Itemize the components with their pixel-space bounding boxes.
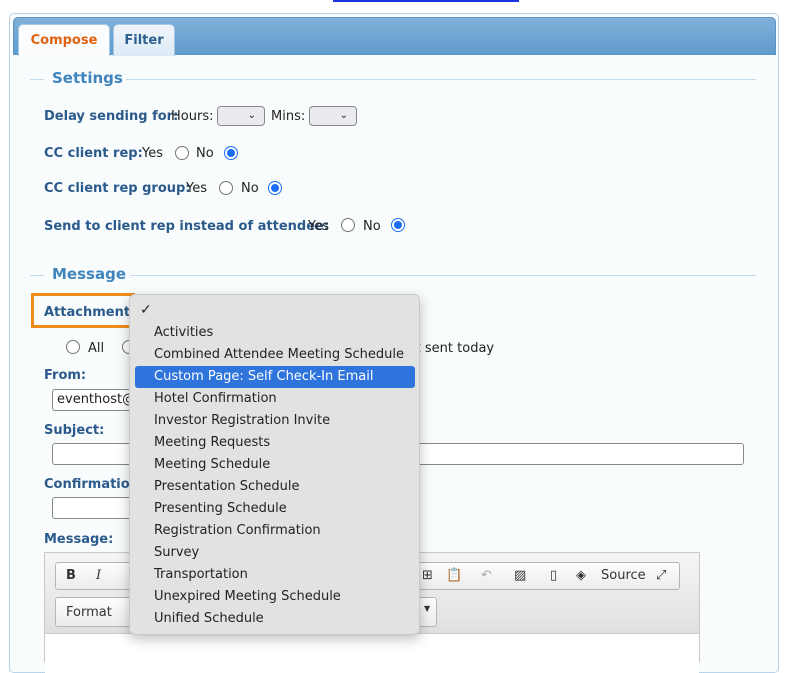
cc-group-yes-radio[interactable] [219, 181, 233, 195]
cc-group-label: CC client rep group: [44, 181, 191, 196]
italic-icon[interactable]: I [96, 568, 101, 583]
mins-label: Mins: [271, 109, 306, 124]
dropdown-option[interactable]: Investor Registration Invite [135, 410, 415, 432]
dropdown-option[interactable]: Presentation Schedule [135, 476, 415, 498]
cc-rep-no-radio[interactable] [224, 146, 238, 160]
chevron-down-icon: ⌄ [247, 110, 256, 121]
message-label: Message: [44, 532, 114, 547]
cc-rep-label: CC client rep: [44, 146, 143, 161]
all-label: All [88, 341, 105, 356]
paste-text-icon[interactable]: 📋 [446, 568, 462, 583]
mins-select[interactable]: ⌄ [309, 106, 357, 126]
cc-group-no-radio[interactable] [268, 181, 282, 195]
delay-label: Delay sending for: [44, 109, 179, 124]
hours-label: Hours: [171, 109, 214, 124]
chevron-down-icon: ⌄ [339, 110, 348, 121]
cc-rep-yes-radio[interactable] [175, 146, 189, 160]
dropdown-option[interactable]: Presenting Schedule [135, 498, 415, 520]
yes-label: Yes [142, 146, 163, 161]
bold-icon[interactable]: B [66, 568, 76, 583]
tab-compose[interactable]: Compose [18, 24, 110, 56]
hours-select[interactable]: ⌄ [217, 106, 265, 126]
source-button[interactable]: Source [601, 568, 646, 583]
yes-label: Yes [186, 181, 207, 196]
format-label: Format [66, 605, 112, 620]
subject-label: Subject: [44, 423, 105, 438]
from-label: From: [44, 368, 87, 383]
dropdown-option[interactable]: Meeting Schedule [135, 454, 415, 476]
table-icon[interactable]: ⊞ [422, 568, 433, 583]
attachment-highlight [31, 293, 135, 328]
confirmation-label: Confirmation [44, 477, 139, 492]
send-rep-no-radio[interactable] [391, 218, 405, 232]
undo-icon[interactable]: ↶ [481, 568, 492, 583]
divider [126, 79, 756, 80]
divider [30, 79, 44, 80]
send-rep-yes-radio[interactable] [341, 218, 355, 232]
dropdown-option[interactable]: Meeting Requests [135, 432, 415, 454]
maximize-icon[interactable]: ⤢ [656, 568, 666, 583]
settings-heading: Settings [52, 69, 123, 87]
attachment-dropdown-menu: ✓ Activities Combined Attendee Meeting Sc… [129, 294, 420, 635]
dropdown-option[interactable]: Activities [135, 322, 415, 344]
dropdown-option[interactable]: Survey [135, 542, 415, 564]
divider [130, 275, 756, 276]
editor-content-area[interactable] [45, 633, 699, 673]
message-heading: Message [52, 265, 126, 283]
image-icon[interactable]: ▨ [514, 568, 526, 583]
dropdown-option[interactable]: Combined Attendee Meeting Schedule [135, 344, 415, 366]
all-radio[interactable] [66, 340, 80, 354]
dropdown-option[interactable]: Hotel Confirmation [135, 388, 415, 410]
top-link[interactable] [333, 0, 519, 2]
send-rep-label: Send to client rep instead of attendee: [44, 219, 330, 234]
dropdown-option[interactable]: Custom Page: Self Check-In Email [135, 366, 415, 388]
dropdown-option[interactable]: Unified Schedule [135, 608, 415, 630]
divider [30, 275, 44, 276]
no-label: No [196, 146, 214, 161]
no-label: No [241, 181, 259, 196]
dropdown-option[interactable]: Unexpired Meeting Schedule [135, 586, 415, 608]
tab-filter[interactable]: Filter [113, 24, 175, 56]
new-page-icon[interactable]: ▯ [550, 568, 557, 583]
dropdown-option[interactable]: Registration Confirmation [135, 520, 415, 542]
dropdown-arrow-icon: ▼ [424, 604, 431, 613]
checkmark-icon: ✓ [140, 302, 152, 318]
no-label: No [363, 219, 381, 234]
yes-label: Yes [308, 219, 329, 234]
dropdown-option[interactable]: Transportation [135, 564, 415, 586]
tab-bar: Compose Filter [13, 17, 776, 56]
source-icon[interactable]: ◈ [576, 568, 586, 583]
